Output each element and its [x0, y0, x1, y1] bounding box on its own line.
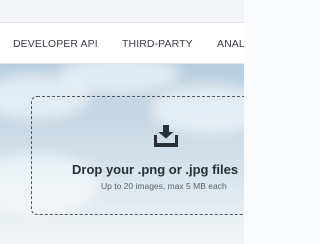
top-strip — [0, 0, 244, 23]
main-nav: DEVELOPER API THIRD-PARTY ANAL — [0, 23, 244, 64]
nav-item-third-party[interactable]: THIRD-PARTY — [122, 38, 193, 50]
nav-item-analytics[interactable]: ANAL — [217, 38, 244, 50]
nav-item-developer-api[interactable]: DEVELOPER API — [13, 38, 98, 50]
hero-background: Drop your .png or .jpg files Up to 20 im… — [0, 64, 244, 244]
file-dropzone[interactable]: Drop your .png or .jpg files Up to 20 im… — [31, 96, 244, 215]
dropzone-subtitle: Up to 20 images, max 5 MB each — [101, 181, 227, 191]
dropzone-title: Drop your .png or .jpg files — [72, 162, 239, 177]
upload-tray-icon — [154, 125, 178, 147]
page: DEVELOPER API THIRD-PARTY ANAL Drop your… — [0, 0, 244, 244]
